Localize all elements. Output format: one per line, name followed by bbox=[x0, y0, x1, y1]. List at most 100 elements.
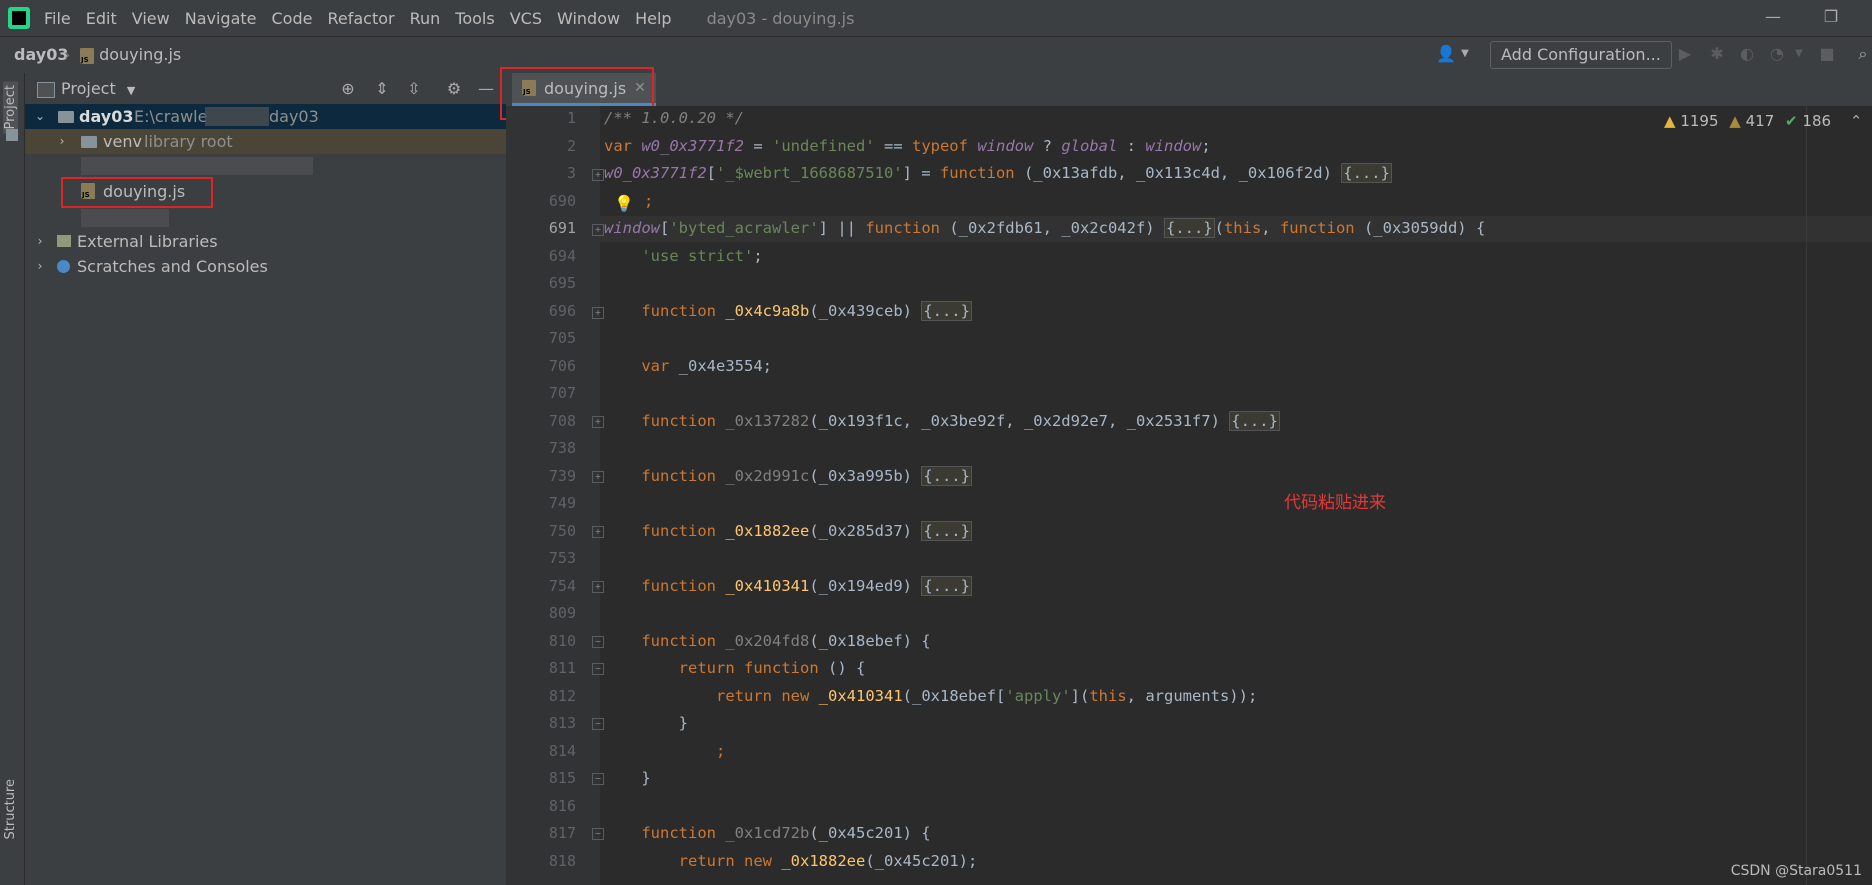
line-number: 754 bbox=[548, 577, 576, 595]
project-panel: Project ▼ ⊕ ⇕ ⇳ ⚙ — ⌄ day03 E:\crawle da… bbox=[25, 73, 507, 885]
chevron-down-icon[interactable]: ⌄ bbox=[33, 104, 47, 129]
line-number: 810 bbox=[548, 632, 576, 650]
menu-file[interactable]: File bbox=[44, 9, 71, 28]
line-number: 814 bbox=[548, 742, 576, 760]
gear-icon[interactable]: ⚙ bbox=[445, 80, 463, 98]
line-number: 749 bbox=[548, 494, 576, 512]
user-dropdown-icon[interactable]: ▼ bbox=[1456, 45, 1474, 63]
fold-icon[interactable]: + bbox=[592, 581, 604, 593]
line-number: 811 bbox=[548, 659, 576, 677]
fold-icon[interactable]: + bbox=[592, 471, 604, 483]
chevron-down-icon: ▼ bbox=[126, 84, 136, 97]
breadcrumb-file[interactable]: douying.js bbox=[80, 45, 181, 64]
menu-code[interactable]: Code bbox=[272, 9, 313, 28]
line-number: 813 bbox=[548, 714, 576, 732]
chevron-right-icon[interactable]: › bbox=[33, 254, 47, 279]
coverage-icon[interactable]: ◐ bbox=[1738, 45, 1756, 63]
lightbulb-icon[interactable]: 💡 bbox=[614, 194, 634, 213]
search-icon[interactable]: ⌕ bbox=[1854, 45, 1872, 63]
tree-item-path: E:\crawle bbox=[134, 107, 208, 126]
tree-item-scratches[interactable]: › Scratches and Consoles bbox=[25, 254, 506, 279]
fold-icon[interactable]: + bbox=[592, 526, 604, 538]
line-number: 753 bbox=[548, 549, 576, 567]
fold-icon[interactable]: − bbox=[592, 718, 604, 730]
left-tool-stripe: Project Structure bbox=[0, 73, 25, 885]
menu-tools[interactable]: Tools bbox=[455, 9, 494, 28]
tree-item-day03[interactable]: ⌄ day03 E:\crawle day03 bbox=[25, 104, 506, 129]
project-panel-header: Project ▼ ⊕ ⇕ ⇳ ⚙ — bbox=[25, 73, 506, 105]
line-number: 695 bbox=[548, 274, 576, 292]
menu-navigate[interactable]: Navigate bbox=[185, 9, 257, 28]
breadcrumb-project[interactable]: day03 bbox=[14, 45, 68, 64]
code-line: ; bbox=[715, 742, 726, 760]
folder-icon bbox=[58, 111, 74, 123]
folder-stripe-icon[interactable] bbox=[6, 129, 18, 141]
menu-help[interactable]: Help bbox=[635, 9, 671, 28]
hide-panel-icon[interactable]: — bbox=[477, 80, 495, 98]
fold-icon[interactable]: + bbox=[592, 416, 604, 428]
tree-item-hint: library root bbox=[144, 132, 233, 151]
fold-icon[interactable]: − bbox=[592, 828, 604, 840]
fold-icon[interactable]: + bbox=[592, 307, 604, 319]
menu-vcs[interactable]: VCS bbox=[510, 9, 542, 28]
project-tool-window-tab[interactable]: Project bbox=[3, 81, 18, 134]
code-line: function _0x1882ee(_0x285d37) {...} bbox=[641, 521, 972, 541]
restore-icon[interactable]: ❐ bbox=[1820, 6, 1842, 28]
user-icon[interactable]: 👤 bbox=[1436, 45, 1456, 63]
inspection-widget[interactable]: ▲ 1195 ▲ 417 ✔ 186 ⌃ bbox=[1664, 112, 1862, 130]
line-number: 694 bbox=[548, 247, 576, 265]
code-line: } bbox=[604, 714, 688, 732]
expand-all-icon[interactable]: ⇕ bbox=[373, 80, 391, 98]
tree-item-external-libraries[interactable]: › External Libraries bbox=[25, 229, 506, 254]
stop-icon[interactable]: ■ bbox=[1818, 45, 1836, 63]
locate-icon[interactable]: ⊕ bbox=[339, 80, 357, 98]
menu-edit[interactable]: Edit bbox=[86, 9, 117, 28]
menu-view[interactable]: View bbox=[132, 9, 170, 28]
chevron-up-icon[interactable]: ⌃ bbox=[1850, 112, 1863, 130]
structure-tool-window-tab[interactable]: Structure bbox=[3, 779, 18, 839]
code-line: 'use strict'; bbox=[641, 247, 763, 265]
menu-window[interactable]: Window bbox=[557, 9, 620, 28]
fold-icon[interactable]: + bbox=[592, 169, 604, 181]
weak-warning-icon: ▲ bbox=[1729, 112, 1741, 130]
editor-tab-bar: douying.js ✕ bbox=[506, 73, 1872, 107]
line-number: 812 bbox=[548, 687, 576, 705]
project-panel-title[interactable]: Project ▼ bbox=[61, 79, 135, 98]
line-number: 1 bbox=[566, 109, 576, 127]
tree-item-venv[interactable]: › venv library root bbox=[25, 129, 506, 154]
run-more-dropdown-icon[interactable]: ▼ bbox=[1790, 45, 1808, 63]
profile-icon[interactable]: ◔ bbox=[1768, 45, 1786, 63]
library-icon bbox=[57, 235, 71, 247]
menu-refactor[interactable]: Refactor bbox=[327, 9, 394, 28]
breadcrumb-file-label: douying.js bbox=[99, 45, 182, 64]
debug-icon[interactable]: ✱ bbox=[1708, 45, 1726, 63]
code-line: w0_0x3771f2['_$webrt_1668687510'] = func… bbox=[604, 163, 1392, 183]
code-line: return new _0x1882ee(_0x45c201); bbox=[678, 852, 978, 870]
tree-item-path-end: day03 bbox=[269, 107, 319, 126]
project-view-icon bbox=[37, 82, 55, 98]
line-number: 738 bbox=[548, 439, 576, 457]
chevron-right-icon[interactable]: › bbox=[55, 129, 69, 154]
code-line: var w0_0x3771f2 = 'undefined' == typeof … bbox=[604, 137, 1211, 155]
menu-run[interactable]: Run bbox=[410, 9, 441, 28]
line-number: 707 bbox=[548, 384, 576, 402]
line-number: 739 bbox=[548, 467, 576, 485]
fold-icon[interactable]: − bbox=[592, 663, 604, 675]
blurred-tree-item bbox=[81, 209, 169, 227]
fold-icon[interactable]: − bbox=[592, 636, 604, 648]
weak-warnings-count: 417 bbox=[1745, 112, 1775, 130]
project-panel-title-label: Project bbox=[61, 79, 116, 98]
code-line: function _0x137282(_0x193f1c, _0x3be92f,… bbox=[641, 411, 1280, 431]
run-icon[interactable]: ▶ bbox=[1676, 45, 1694, 63]
fold-icon[interactable]: + bbox=[592, 224, 604, 236]
warnings-count: 1195 bbox=[1680, 112, 1719, 130]
navigation-bar: day03 › douying.js 👤 ▼ Add Configuration… bbox=[0, 36, 1872, 74]
line-number: 690 bbox=[548, 192, 576, 210]
add-configuration-button[interactable]: Add Configuration... bbox=[1490, 41, 1672, 69]
collapse-all-icon[interactable]: ⇳ bbox=[405, 80, 423, 98]
fold-icon[interactable]: − bbox=[592, 773, 604, 785]
tree-item-label: Scratches and Consoles bbox=[77, 257, 268, 276]
line-number: 2 bbox=[566, 137, 576, 155]
chevron-right-icon[interactable]: › bbox=[33, 229, 47, 254]
minimize-icon[interactable]: — bbox=[1762, 6, 1784, 28]
